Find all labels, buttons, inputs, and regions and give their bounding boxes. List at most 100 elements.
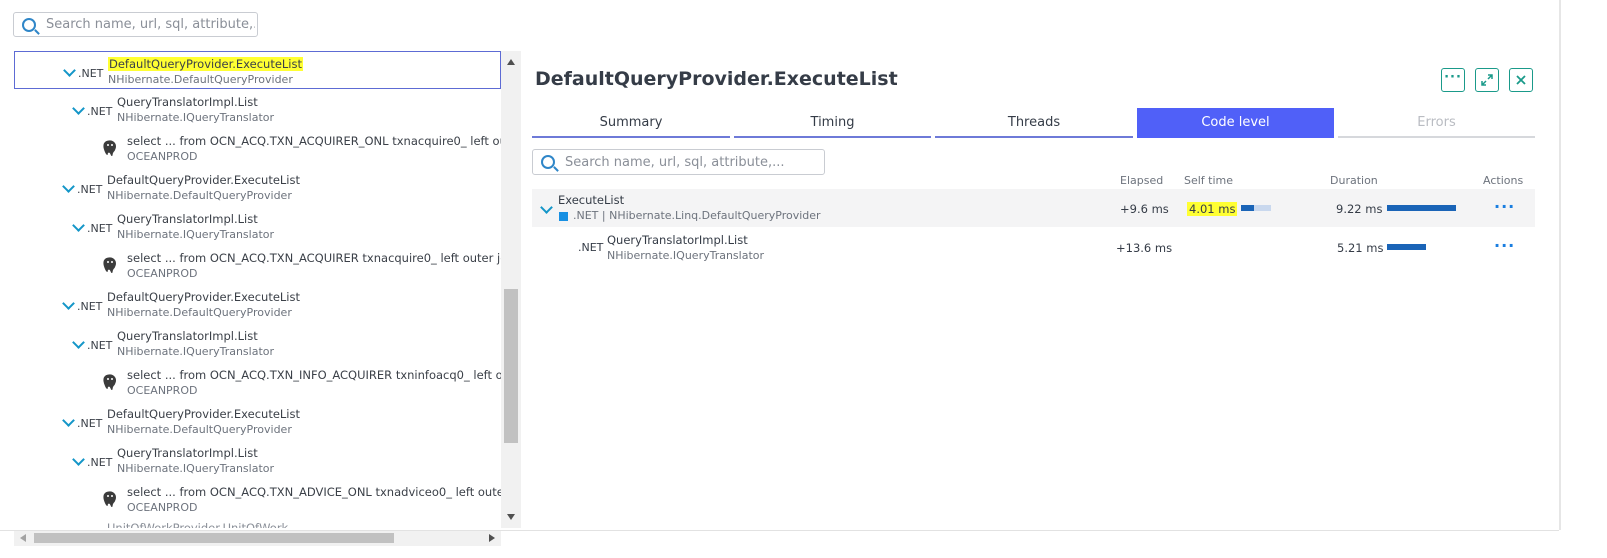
node-subtitle: NHibernate.IQueryTranslator (117, 345, 275, 358)
self-time-bar (1241, 205, 1254, 211)
tab-summary[interactable]: Summary (532, 108, 730, 138)
database-name: OCEANPROD (127, 384, 198, 397)
tree-node[interactable]: .NET DefaultQueryProvider.ExecuteList NHib… (14, 51, 501, 89)
tree-node[interactable]: UnitOfWorkProvider.UnitOfWork (14, 519, 501, 528)
tech-label: .NET (87, 339, 113, 352)
col-duration[interactable]: Duration (1330, 174, 1378, 187)
more-icon[interactable]: ··· (1494, 236, 1515, 255)
col-actions: Actions (1483, 174, 1524, 187)
chevron-down-icon[interactable] (72, 102, 85, 115)
node-title: DefaultQueryProvider.ExecuteList (107, 173, 301, 187)
postgresql-icon (102, 256, 117, 274)
duration-bar (1387, 244, 1426, 250)
row-method-name: ExecuteList (558, 193, 625, 207)
search-icon (541, 155, 555, 169)
postgresql-icon (102, 490, 117, 508)
chevron-down-icon[interactable] (62, 297, 75, 310)
search-icon (22, 17, 36, 32)
sql-statement: select ... from OCN_ACQ.TXN_ADVICE_ONL t… (127, 485, 501, 499)
col-elapsed[interactable]: Elapsed (1120, 174, 1163, 187)
global-search-input[interactable] (44, 16, 257, 33)
tree-node[interactable]: .NET DefaultQueryProvider.ExecuteList NHib… (14, 402, 501, 440)
sql-statement: select ... from OCN_ACQ.TXN_INFO_ACQUIRE… (127, 368, 501, 382)
node-subtitle: NHibernate.DefaultQueryProvider (107, 189, 292, 202)
node-title: QueryTranslatorImpl.List (117, 329, 258, 343)
tree-node[interactable]: .NET DefaultQueryProvider.ExecuteList NHib… (14, 285, 501, 323)
close-icon (1516, 75, 1526, 85)
node-subtitle: NHibernate.IQueryTranslator (117, 111, 275, 124)
tab-timing[interactable]: Timing (734, 108, 931, 138)
close-button[interactable] (1509, 68, 1533, 92)
hscroll-thumb[interactable] (34, 533, 394, 543)
more-actions-button[interactable]: ··· (1441, 68, 1465, 92)
postgresql-icon (102, 373, 117, 391)
node-title: DefaultQueryProvider.ExecuteList (107, 290, 301, 304)
scroll-thumb[interactable] (504, 289, 518, 443)
detail-search[interactable] (532, 149, 825, 175)
tree-node-sql[interactable]: select ... from OCN_ACQ.TXN_ADVICE_ONL t… (14, 480, 501, 518)
highlighted-title: DefaultQueryProvider.ExecuteList (108, 57, 304, 71)
tree-horizontal-scrollbar[interactable] (14, 530, 501, 546)
node-subtitle: NHibernate.DefaultQueryProvider (108, 73, 293, 86)
tree-node[interactable]: .NET QueryTranslatorImpl.List NHibernate.I… (14, 207, 501, 245)
postgresql-icon (102, 139, 117, 157)
tech-label: .NET (87, 105, 113, 118)
scroll-right-arrow-icon[interactable] (489, 534, 495, 542)
row-detail: NHibernate.IQueryTranslator (607, 249, 765, 262)
detail-tabs: Summary Timing Threads Code level Errors (532, 108, 1535, 138)
row-duration: 5.21 ms (1337, 241, 1384, 255)
node-title: DefaultQueryProvider.ExecuteList (108, 57, 304, 71)
scroll-left-arrow-icon[interactable] (20, 534, 26, 542)
row-tech: .NET (578, 241, 604, 254)
database-name: OCEANPROD (127, 501, 198, 514)
sql-statement: select ... from OCN_ACQ.TXN_ACQUIRER txn… (127, 251, 501, 265)
more-icon[interactable]: ··· (1494, 197, 1515, 216)
detail-title: DefaultQueryProvider.ExecuteList (535, 68, 898, 90)
tree-node[interactable]: .NET DefaultQueryProvider.ExecuteList NHib… (14, 168, 501, 206)
tree-node-sql[interactable]: select ... from OCN_ACQ.TXN_ACQUIRER txn… (14, 246, 501, 284)
scroll-up-arrow-icon[interactable] (507, 59, 515, 65)
tree-node-sql[interactable]: select ... from OCN_ACQ.TXN_INFO_ACQUIRE… (14, 363, 501, 401)
chevron-down-icon[interactable] (63, 64, 76, 77)
node-title: UnitOfWorkProvider.UnitOfWork (107, 521, 289, 528)
database-name: OCEANPROD (127, 150, 198, 163)
chevron-down-icon[interactable] (62, 180, 75, 193)
detail-search-input[interactable] (563, 153, 824, 171)
chevron-down-icon[interactable] (72, 453, 85, 466)
global-search[interactable] (13, 12, 258, 37)
chevron-down-icon[interactable] (72, 219, 85, 232)
tech-label: .NET (87, 456, 113, 469)
expand-button[interactable] (1475, 68, 1499, 92)
chevron-down-icon[interactable] (62, 414, 75, 427)
node-title: QueryTranslatorImpl.List (117, 446, 258, 460)
row-method-name: QueryTranslatorImpl.List (607, 233, 748, 247)
tech-label: .NET (77, 183, 103, 196)
row-detail: .NET | NHibernate.Linq.DefaultQueryProvi… (573, 209, 821, 222)
tree-node[interactable]: .NET QueryTranslatorImpl.List NHibernate.I… (14, 324, 501, 362)
chevron-down-icon[interactable] (72, 336, 85, 349)
scroll-down-arrow-icon[interactable] (507, 514, 515, 520)
row-elapsed: +13.6 ms (1116, 241, 1173, 255)
tech-label: .NET (77, 300, 103, 313)
tab-errors[interactable]: Errors (1338, 108, 1535, 138)
node-title: DefaultQueryProvider.ExecuteList (107, 407, 301, 421)
tab-threads[interactable]: Threads (935, 108, 1133, 138)
node-subtitle: NHibernate.IQueryTranslator (117, 228, 275, 241)
col-self-time[interactable]: Self time (1184, 174, 1233, 187)
duration-bar (1387, 205, 1456, 211)
tab-code-level[interactable]: Code level (1137, 108, 1334, 138)
row-elapsed: +9.6 ms (1120, 202, 1169, 216)
tech-label: .NET (77, 417, 103, 430)
node-subtitle: NHibernate.DefaultQueryProvider (107, 423, 292, 436)
right-edge-divider (1559, 0, 1561, 530)
row-self-time: 4.01 ms (1187, 202, 1238, 216)
tree-node[interactable]: .NET QueryTranslatorImpl.List NHibernate.I… (14, 441, 501, 479)
tree-node-sql[interactable]: select ... from OCN_ACQ.TXN_ACQUIRER_ONL… (14, 129, 501, 167)
call-tree: .NET DefaultQueryProvider.ExecuteList NHib… (14, 51, 501, 528)
tree-node[interactable]: .NET QueryTranslatorImpl.List NHibernate.I… (14, 90, 501, 128)
row-duration: 9.22 ms (1336, 202, 1383, 216)
tech-label: .NET (87, 222, 113, 235)
tree-vertical-scrollbar[interactable] (501, 51, 521, 528)
database-name: OCEANPROD (127, 267, 198, 280)
node-subtitle: NHibernate.DefaultQueryProvider (107, 306, 292, 319)
